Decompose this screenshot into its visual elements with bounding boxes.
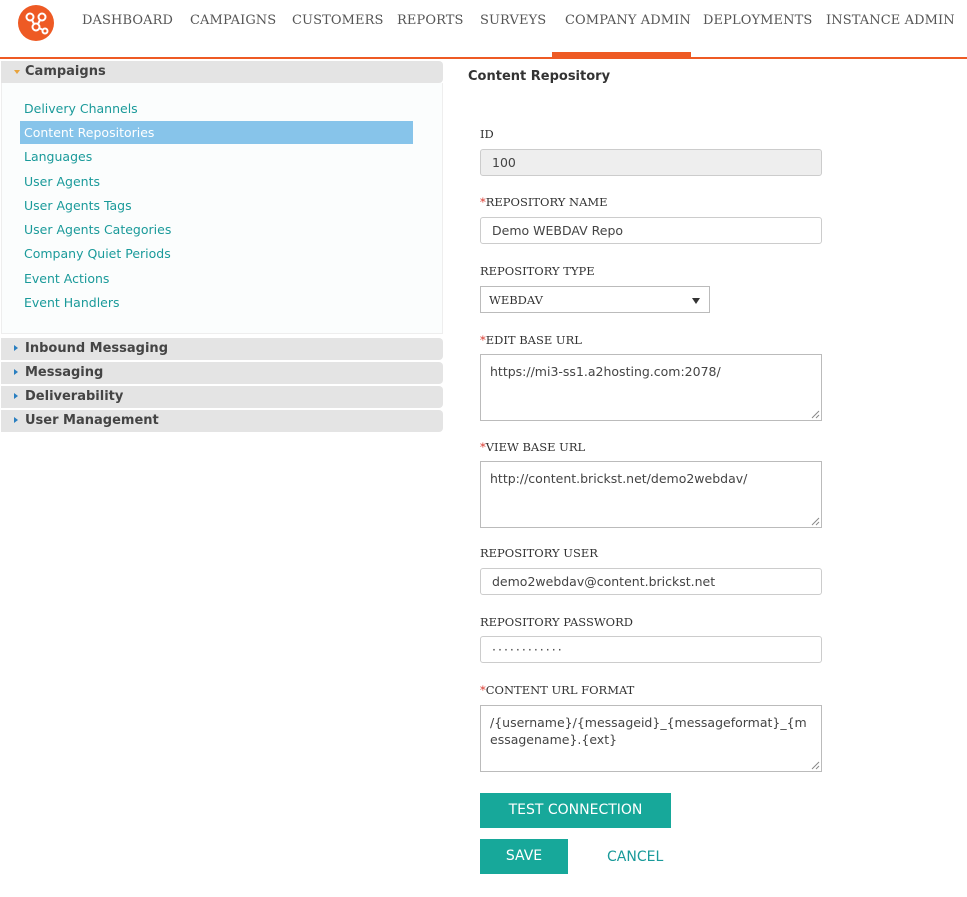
resize-grip-icon[interactable] (811, 761, 820, 770)
sidebar-item-languages[interactable]: Languages (24, 149, 92, 164)
network-nodes-logo-icon[interactable] (18, 5, 54, 41)
resize-grip-icon[interactable] (811, 517, 820, 526)
nav-surveys[interactable]: SURVEYS (480, 13, 546, 31)
nav-instance-admin[interactable]: INSTANCE ADMIN (826, 13, 955, 31)
page-title: Content Repository (468, 69, 611, 84)
repository-password-input[interactable]: ············ (480, 636, 822, 663)
view-base-url-textarea[interactable]: http://content.brickst.net/demo2webdav/ (480, 461, 822, 528)
textarea-value: /{username}/{messageid}_{messageformat}_… (490, 715, 807, 747)
repository-user-label: REPOSITORY USER (480, 546, 598, 560)
label-text: EDIT BASE URL (485, 333, 582, 347)
sidebar-item-event-actions[interactable]: Event Actions (24, 271, 109, 286)
chevron-right-icon (14, 369, 18, 375)
chevron-right-icon (14, 417, 18, 423)
sidebar-item-event-handlers[interactable]: Event Handlers (24, 295, 120, 310)
test-connection-button[interactable]: TEST CONNECTION (480, 793, 671, 828)
label-text: VIEW BASE URL (485, 440, 586, 454)
nav-deployments[interactable]: DEPLOYMENTS (703, 13, 812, 31)
accordion-label: User Management (25, 413, 159, 428)
accordion-user-management[interactable]: User Management (1, 410, 443, 432)
select-value: WEBDAV (489, 293, 543, 307)
sidebar-item-delivery-channels[interactable]: Delivery Channels (24, 101, 138, 116)
nav-company-admin[interactable]: COMPANY ADMIN (565, 13, 691, 31)
accordion-label: Campaigns (25, 64, 106, 79)
content-url-format-label: *CONTENT URL FORMAT (480, 683, 634, 697)
chevron-right-icon (14, 345, 18, 351)
accordion-label: Inbound Messaging (25, 341, 168, 356)
accordion-label: Messaging (25, 365, 104, 380)
textarea-value: http://content.brickst.net/demo2webdav/ (490, 471, 748, 486)
label-text: CONTENT URL FORMAT (485, 683, 635, 697)
repository-name-label: *REPOSITORY NAME (480, 195, 608, 209)
resize-grip-icon[interactable] (811, 410, 820, 419)
accordion-campaigns[interactable]: Campaigns (1, 61, 443, 83)
id-label: ID (480, 127, 494, 141)
accordion-inbound-messaging[interactable]: Inbound Messaging (1, 338, 443, 360)
nav-customers[interactable]: CUSTOMERS (292, 13, 384, 31)
accordion-label: Deliverability (25, 389, 124, 404)
nav-campaigns[interactable]: CAMPAIGNS (190, 13, 276, 31)
id-field: 100 (480, 149, 822, 176)
accordion-deliverability[interactable]: Deliverability (1, 386, 443, 408)
cancel-button[interactable]: CANCEL (607, 849, 663, 865)
sidebar-item-company-quiet-periods[interactable]: Company Quiet Periods (24, 246, 171, 261)
chevron-down-icon (14, 70, 20, 74)
edit-base-url-label: *EDIT BASE URL (480, 333, 582, 347)
repository-password-label: REPOSITORY PASSWORD (480, 615, 633, 629)
accordion-messaging[interactable]: Messaging (1, 362, 443, 384)
content-url-format-textarea[interactable]: /{username}/{messageid}_{messageformat}_… (480, 705, 822, 772)
top-nav: DASHBOARD CAMPAIGNS CUSTOMERS REPORTS SU… (0, 0, 967, 59)
nav-active-indicator (552, 52, 691, 58)
sidebar-item-user-agents-tags[interactable]: User Agents Tags (24, 198, 132, 213)
nav-dashboard[interactable]: DASHBOARD (82, 13, 173, 31)
repository-type-label: REPOSITORY TYPE (480, 264, 595, 278)
sidebar-item-user-agents-categories[interactable]: User Agents Categories (24, 222, 171, 237)
edit-base-url-textarea[interactable]: https://mi3-ss1.a2hosting.com:2078/ (480, 354, 822, 421)
nav-reports[interactable]: REPORTS (397, 13, 464, 31)
view-base-url-label: *VIEW BASE URL (480, 440, 585, 454)
textarea-value: https://mi3-ss1.a2hosting.com:2078/ (490, 364, 721, 379)
label-text: REPOSITORY NAME (485, 195, 608, 209)
caret-down-icon (692, 298, 700, 304)
repository-user-input[interactable]: demo2webdav@content.brickst.net (480, 568, 822, 595)
save-button[interactable]: SAVE (480, 839, 568, 874)
repository-type-select[interactable]: WEBDAV (480, 286, 710, 313)
repository-name-input[interactable]: Demo WEBDAV Repo (480, 217, 822, 244)
sidebar-item-user-agents[interactable]: User Agents (24, 174, 100, 189)
sidebar-item-content-repositories[interactable]: Content Repositories (24, 125, 154, 140)
chevron-right-icon (14, 393, 18, 399)
